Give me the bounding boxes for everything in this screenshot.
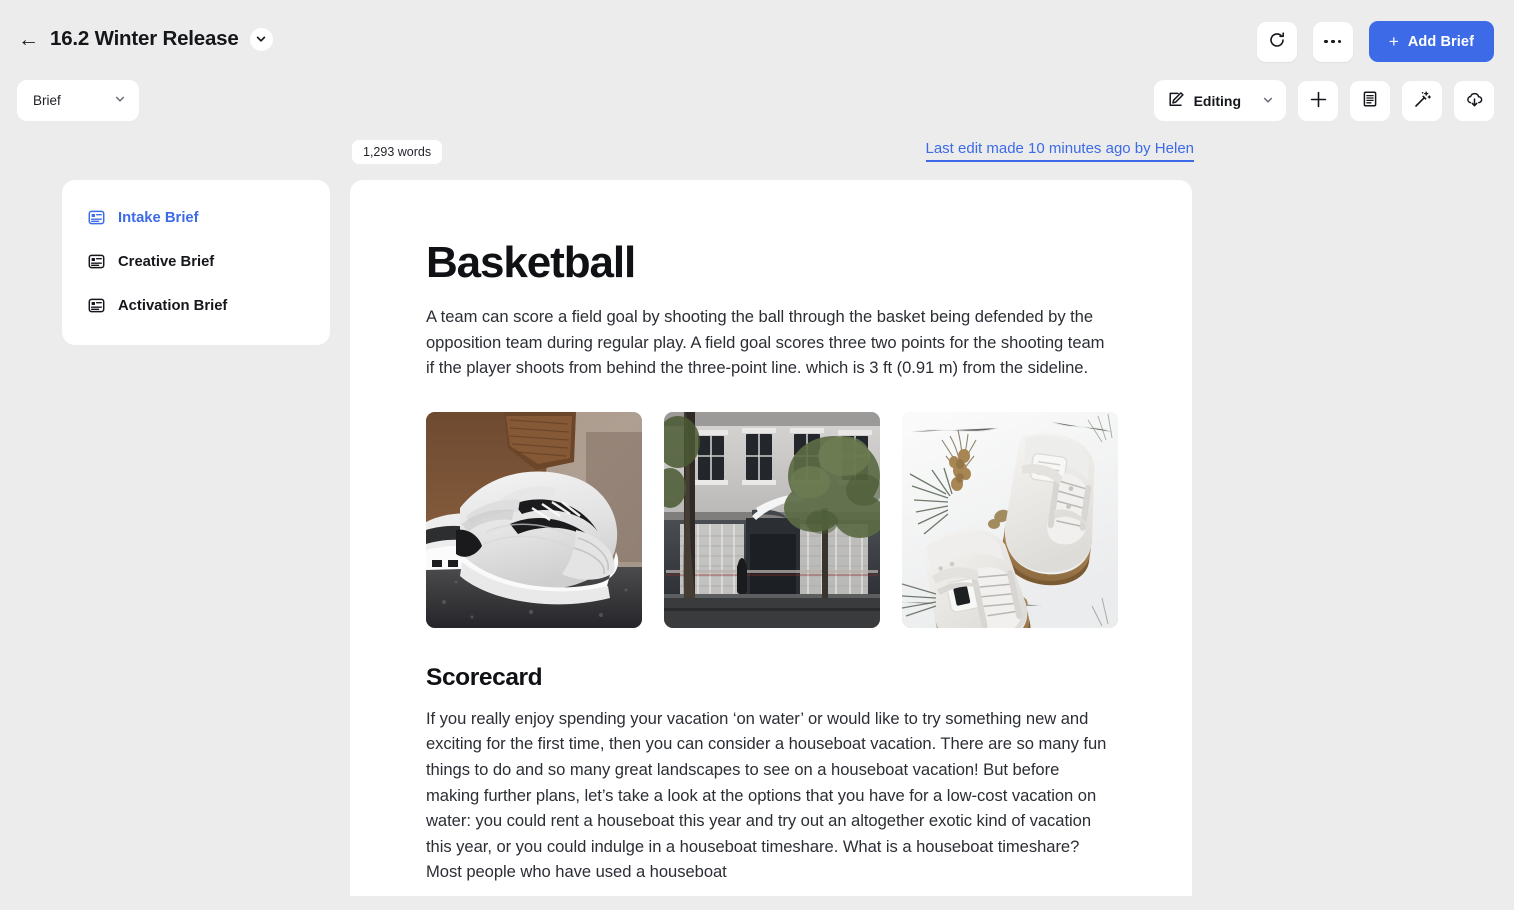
- document-paragraph-2: If you really enjoy spending your vacati…: [426, 708, 1107, 882]
- document-paragraph-1: A team can score a field goal by shootin…: [426, 307, 1105, 378]
- main-content: Intake Brief Creative Brief Activation B…: [0, 178, 1514, 898]
- secondary-toolbar: Brief Editing: [0, 78, 1514, 140]
- ellipsis-icon: [1324, 39, 1342, 44]
- image-gallery: [426, 411, 1118, 628]
- document-image-1[interactable]: [426, 411, 642, 628]
- sidebar-item-intake-brief[interactable]: Intake Brief: [62, 202, 330, 233]
- magic-wand-button[interactable]: [1402, 80, 1442, 121]
- sidebar-item-label: Intake Brief: [118, 209, 199, 226]
- document-subheading: Scorecard: [426, 663, 543, 691]
- document-icon: [88, 253, 105, 270]
- word-count-badge: 1,293 words: [352, 140, 443, 164]
- chevron-down-icon: [114, 93, 126, 108]
- document-heading: Basketball: [426, 238, 636, 287]
- plus-icon: +: [1388, 31, 1399, 51]
- document-meta-row: 1,293 words Last edit made 10 minutes ag…: [0, 140, 1514, 178]
- document-icon: [1361, 90, 1379, 111]
- sidebar-item-creative-brief[interactable]: Creative Brief: [62, 246, 330, 277]
- document-canvas[interactable]: Basketball A team can score a field goal…: [350, 180, 1192, 896]
- back-arrow-icon[interactable]: ←: [18, 29, 39, 50]
- add-block-button[interactable]: [1298, 80, 1338, 121]
- sidebar-item-label: Creative Brief: [118, 253, 215, 270]
- add-brief-button[interactable]: + Add Brief: [1368, 21, 1494, 62]
- editing-mode-label: Editing: [1193, 92, 1241, 109]
- document-icon: [88, 209, 105, 226]
- sidebar-item-label: Activation Brief: [118, 297, 228, 314]
- chevron-down-icon: [1262, 93, 1274, 109]
- refresh-button[interactable]: [1256, 21, 1297, 62]
- app-header: ← 16.2 Winter Release + Add Brief: [0, 0, 1514, 78]
- refresh-icon: [1268, 31, 1286, 52]
- plus-icon: [1309, 90, 1328, 112]
- more-options-button[interactable]: [1312, 21, 1353, 62]
- add-brief-label: Add Brief: [1407, 33, 1474, 50]
- cloud-download-icon: [1465, 90, 1484, 112]
- brief-type-select[interactable]: Brief: [17, 80, 139, 121]
- page-title: 16.2 Winter Release: [50, 27, 239, 50]
- editing-mode-button[interactable]: Editing: [1153, 80, 1286, 121]
- download-button[interactable]: [1454, 80, 1494, 121]
- document-image-3[interactable]: [902, 411, 1118, 628]
- brief-type-value: Brief: [33, 93, 61, 108]
- document-icon: [88, 297, 105, 314]
- chevron-down-icon[interactable]: [249, 27, 273, 51]
- brief-nav-sidebar: Intake Brief Creative Brief Activation B…: [62, 180, 330, 345]
- editor-tools: Editing: [1153, 80, 1494, 121]
- last-edit-link[interactable]: Last edit made 10 minutes ago by Helen: [925, 140, 1194, 162]
- magic-wand-icon: [1413, 90, 1432, 112]
- document-image-2[interactable]: [664, 411, 880, 628]
- title-row: ← 16.2 Winter Release: [18, 27, 273, 51]
- header-actions: + Add Brief: [1256, 21, 1494, 62]
- notes-button[interactable]: [1350, 80, 1390, 121]
- sidebar-item-activation-brief[interactable]: Activation Brief: [62, 290, 330, 321]
- pencil-square-icon: [1168, 91, 1185, 111]
